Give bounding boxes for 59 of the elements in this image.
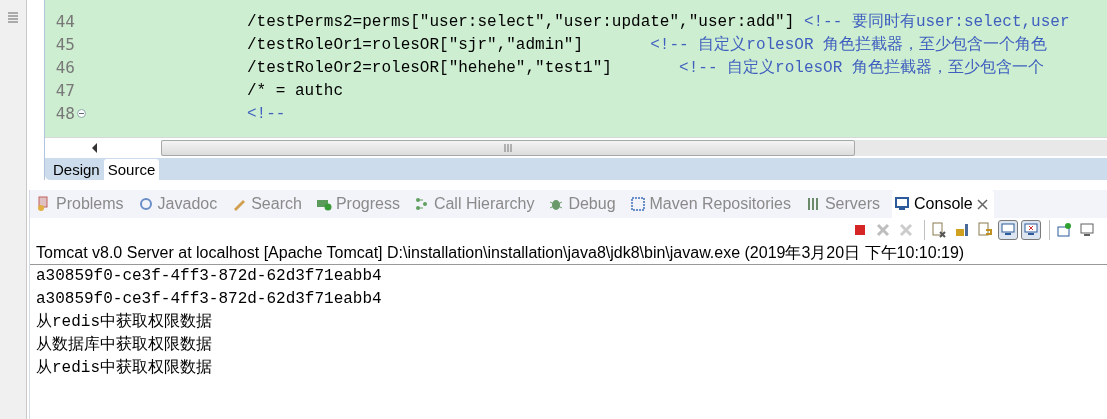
line-number: 46: [54, 58, 75, 77]
code-line: /testRoleOr2=rolesOR["hehehe","test1"] <!-- 自定义rolesOR 角色拦截器，至少包含一个: [247, 58, 1044, 78]
code-line: /testRoleOr1=rolesOR["sjr","admin"] <!-- 自定义rolesOR 角色拦截器，至少包含一个角色: [247, 35, 1048, 55]
code-editor[interactable]: [45, 0, 1107, 137]
hierarchy-icon: [413, 196, 430, 212]
close-icon: [898, 222, 914, 238]
tab-label: Maven Repositories: [649, 195, 791, 213]
console-title: Tomcat v8.0 Server at localhost [Apache Tomcat] D:\installation\installation\java8\jdk8\bin\javaw.exe (2019年3月20日 下午10:10:19): [30, 242, 1107, 265]
view-tab[interactable]: Problems: [34, 190, 130, 218]
show-stdout-button[interactable]: [998, 220, 1018, 240]
monitor-icon: [1000, 222, 1016, 238]
lock-icon: [954, 222, 970, 238]
handle-icon[interactable]: [8, 12, 18, 24]
monitor-icon: [1023, 222, 1039, 238]
line-number: 45: [54, 35, 75, 54]
view-tab[interactable]: Maven Repositories: [627, 190, 797, 218]
scrollbar-thumb[interactable]: [161, 140, 855, 156]
stop-icon: [852, 222, 868, 238]
tab-label: Debug: [568, 195, 616, 213]
tab-label: Problems: [56, 195, 124, 213]
collapse-icon[interactable]: [76, 109, 86, 118]
view-tab[interactable]: Debug: [546, 190, 622, 218]
view-tab[interactable]: Call Hierarchy: [411, 190, 541, 218]
document-icon: [931, 222, 947, 238]
view-tab[interactable]: Servers: [802, 190, 887, 218]
tab-label: Search: [251, 195, 302, 213]
console-output-line: a30859f0-ce3f-4ff3-872d-62d3f71eabb4: [35, 266, 383, 287]
tab-label: Console: [914, 195, 973, 213]
window-icon: [1056, 222, 1072, 238]
line-number: 44: [54, 12, 75, 31]
document-icon: [977, 222, 993, 238]
editor-tab[interactable]: Design: [49, 159, 104, 180]
tab-label: Servers: [824, 195, 881, 213]
close-icon: [875, 222, 891, 238]
tab-label: Progress: [335, 195, 400, 213]
monitor-icon: [1079, 222, 1095, 238]
editor-tab[interactable]: Source: [103, 159, 160, 180]
view-tab[interactable]: Console: [892, 190, 994, 218]
tab-label: Javadoc: [157, 195, 218, 213]
code-line: <!--: [247, 104, 286, 123]
scrollbar-track[interactable]: [161, 140, 1107, 156]
console-output-line: 从数据库中获取权限数据: [35, 334, 213, 356]
view-tab[interactable]: Javadoc: [135, 190, 224, 218]
code-line: /testPerms2=perms["user:select","user:update","user:add"] <!-- 要同时有user:select,user: [247, 12, 1070, 32]
line-number: 47: [54, 81, 75, 100]
scroll-left-icon[interactable]: [91, 143, 99, 153]
line-number: 48: [54, 104, 75, 123]
pin-button[interactable]: [1054, 220, 1074, 240]
console-icon: [894, 196, 911, 212]
close-icon[interactable]: [976, 198, 988, 210]
console-output-line: 从redis中获取权限数据: [35, 357, 213, 379]
code-line: /* = authc: [247, 81, 343, 100]
clear-button[interactable]: [929, 220, 949, 240]
view-tab[interactable]: Progress: [313, 190, 406, 218]
view-tab[interactable]: Search: [229, 190, 308, 218]
tab-label: Call Hierarchy: [433, 195, 535, 213]
console-output-line: 从redis中获取权限数据: [35, 311, 213, 333]
console-output-line: a30859f0-ce3f-4ff3-872d-62d3f71eabb4: [35, 289, 383, 310]
show-stderr-button[interactable]: [1021, 220, 1041, 240]
